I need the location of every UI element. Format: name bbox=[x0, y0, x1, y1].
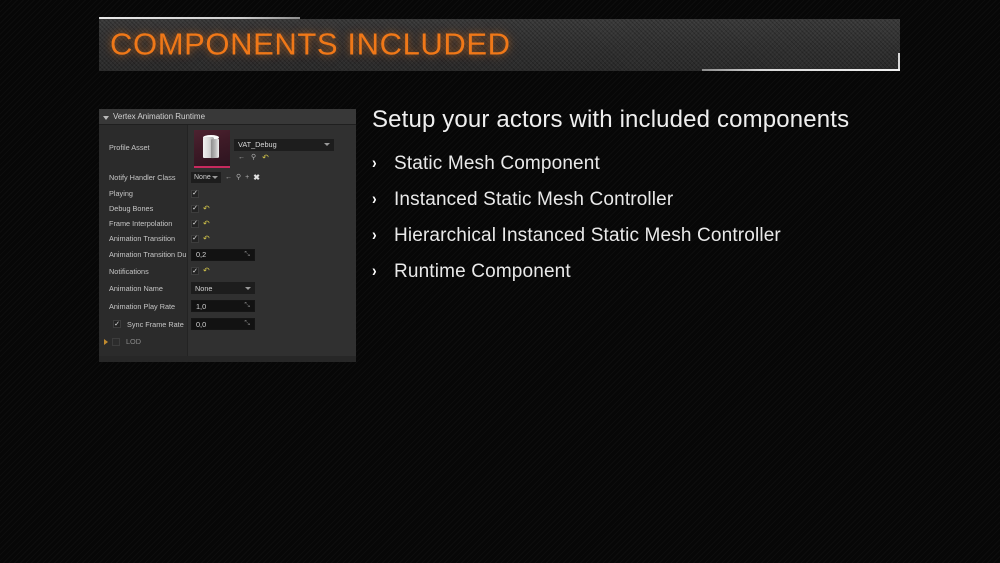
row-animation-transition: Animation Transition ✓ ↶ bbox=[99, 231, 356, 246]
add-icon[interactable]: + bbox=[245, 174, 249, 181]
drag-handle-icon[interactable]: ⤡ bbox=[244, 251, 250, 259]
row-animation-transition-duration: Animation Transition Durati 0,2 ⤡ bbox=[99, 246, 356, 263]
reset-icon[interactable]: ↶ bbox=[203, 267, 210, 275]
row-notify-handler-class: Notify Handler Class None ← ⚲ + ✖ bbox=[99, 169, 356, 186]
row-lod: LOD bbox=[99, 333, 356, 350]
chevron-right-icon: › bbox=[372, 261, 377, 280]
animation-play-rate-value: 1,0 bbox=[196, 301, 207, 311]
sync-frame-rate-field[interactable]: 0,0 ⤡ bbox=[191, 318, 255, 330]
row-profile-asset: Profile Asset VAT_Debug ← ⚲ ↶ bbox=[99, 125, 356, 169]
label-playing: Playing bbox=[109, 189, 133, 198]
label-frame-interpolation: Frame Interpolation bbox=[109, 219, 173, 228]
label-debug-bones: Debug Bones bbox=[109, 204, 154, 213]
collapse-triangle-icon[interactable] bbox=[103, 115, 109, 120]
browse-to-asset-icon[interactable]: ← bbox=[225, 174, 232, 181]
row-notifications: Notifications ✓ ↶ bbox=[99, 263, 356, 279]
bullet-item-static-mesh-component: › Static Mesh Component bbox=[372, 153, 972, 189]
label-notify-handler-class: Notify Handler Class bbox=[109, 173, 176, 182]
details-panel[interactable]: Vertex Animation Runtime Profile Asset V… bbox=[99, 109, 356, 362]
bullet-label: Static Mesh Component bbox=[394, 153, 600, 174]
chevron-down-icon[interactable] bbox=[324, 143, 330, 146]
playing-checkbox[interactable]: ✓ bbox=[191, 189, 199, 198]
details-panel-title: Vertex Animation Runtime bbox=[113, 112, 206, 121]
details-panel-body: Profile Asset VAT_Debug ← ⚲ ↶ Notify Han… bbox=[99, 125, 356, 362]
row-animation-name: Animation Name None bbox=[99, 279, 356, 297]
label-animation-name: Animation Name bbox=[109, 283, 163, 293]
animation-transition-duration-field[interactable]: 0,2 ⤡ bbox=[191, 248, 255, 261]
title-accent-rule-bottom bbox=[702, 69, 900, 71]
label-animation-transition-duration: Animation Transition Durati bbox=[109, 250, 187, 259]
lead-line: Setup your actors with included componen… bbox=[372, 106, 850, 133]
sync-frame-rate-value: 0,0 bbox=[196, 319, 207, 329]
row-animation-play-rate: Animation Play Rate 1,0 ⤡ bbox=[99, 297, 356, 315]
bullet-item-hierarchical-instanced-static-mesh-controller: › Hierarchical Instanced Static Mesh Con… bbox=[372, 225, 972, 261]
clear-icon[interactable]: ✖ bbox=[253, 173, 260, 182]
reset-icon[interactable]: ↶ bbox=[262, 153, 269, 162]
animation-name-combo[interactable]: None bbox=[191, 282, 255, 294]
asset-picker-controls: VAT_Debug ← ⚲ ↶ bbox=[234, 133, 334, 162]
row-sync-frame-rate: ✓ Sync Frame Rate 0,0 ⤡ bbox=[99, 315, 356, 333]
row-debug-bones: Debug Bones ✓ ↶ bbox=[99, 201, 356, 216]
profile-asset-icon-row: ← ⚲ ↶ bbox=[234, 153, 334, 162]
bullet-label: Instanced Static Mesh Controller bbox=[394, 189, 674, 210]
sync-frame-rate-checkbox[interactable]: ✓ bbox=[113, 320, 121, 328]
asset-thumbnail[interactable] bbox=[194, 130, 230, 168]
label-sync-frame-rate: Sync Frame Rate bbox=[127, 319, 184, 329]
animation-transition-duration-value: 0,2 bbox=[196, 250, 207, 259]
notify-handler-class-value: None bbox=[194, 174, 211, 181]
notifications-checkbox[interactable]: ✓ bbox=[191, 267, 199, 275]
label-notifications: Notifications bbox=[109, 266, 149, 276]
chevron-down-icon[interactable] bbox=[245, 286, 251, 290]
label-sync-frame-rate-group: ✓ Sync Frame Rate bbox=[99, 320, 187, 329]
bullet-label: Runtime Component bbox=[394, 261, 571, 282]
bullet-item-runtime-component: › Runtime Component bbox=[372, 261, 972, 297]
details-panel-header[interactable]: Vertex Animation Runtime bbox=[99, 109, 356, 125]
search-icon[interactable]: ⚲ bbox=[251, 154, 256, 161]
notify-handler-class-combo[interactable]: None bbox=[191, 172, 221, 183]
browse-to-asset-icon[interactable]: ← bbox=[238, 154, 245, 161]
drag-handle-icon[interactable]: ⤡ bbox=[244, 320, 250, 328]
label-animation-transition: Animation Transition bbox=[109, 234, 176, 243]
frame-interpolation-checkbox[interactable]: ✓ bbox=[191, 219, 199, 228]
slide-canvas: COMPONENTS INCLUDED Vertex Animation Run… bbox=[0, 0, 1000, 563]
expand-triangle-icon[interactable] bbox=[104, 338, 108, 345]
animation-play-rate-field[interactable]: 1,0 ⤡ bbox=[191, 300, 255, 312]
chevron-down-icon[interactable] bbox=[212, 176, 218, 179]
chevron-right-icon: › bbox=[372, 189, 377, 208]
page-title: COMPONENTS INCLUDED bbox=[110, 26, 511, 62]
reset-icon[interactable]: ↶ bbox=[203, 204, 210, 213]
search-icon[interactable]: ⚲ bbox=[236, 174, 241, 181]
profile-asset-combo[interactable]: VAT_Debug bbox=[234, 138, 334, 151]
label-lod-group: LOD bbox=[99, 337, 187, 346]
bullet-item-instanced-static-mesh-controller: › Instanced Static Mesh Controller bbox=[372, 189, 972, 225]
animation-transition-checkbox[interactable]: ✓ bbox=[191, 234, 199, 243]
profile-asset-value: VAT_Debug bbox=[238, 140, 277, 149]
debug-bones-checkbox[interactable]: ✓ bbox=[191, 204, 199, 213]
row-frame-interpolation: Frame Interpolation ✓ ↶ bbox=[99, 216, 356, 231]
chevron-right-icon: › bbox=[372, 225, 377, 244]
body-copy: Setup your actors with included componen… bbox=[372, 106, 972, 297]
lod-checkbox[interactable] bbox=[112, 337, 120, 346]
animation-name-value: None bbox=[195, 283, 213, 293]
mesh-body-right-shape bbox=[211, 138, 219, 159]
bullet-label: Hierarchical Instanced Static Mesh Contr… bbox=[394, 225, 781, 246]
panel-footer bbox=[99, 356, 356, 362]
drag-handle-icon[interactable]: ⤡ bbox=[244, 302, 250, 310]
chevron-right-icon: › bbox=[372, 153, 377, 172]
reset-icon[interactable]: ↶ bbox=[203, 219, 210, 228]
reset-icon[interactable]: ↶ bbox=[203, 234, 210, 243]
label-lod: LOD bbox=[126, 337, 142, 346]
label-animation-play-rate: Animation Play Rate bbox=[109, 301, 176, 311]
row-playing: Playing ✓ bbox=[99, 186, 356, 201]
title-banner: COMPONENTS INCLUDED bbox=[99, 19, 900, 71]
label-profile-asset: Profile Asset bbox=[109, 142, 150, 152]
